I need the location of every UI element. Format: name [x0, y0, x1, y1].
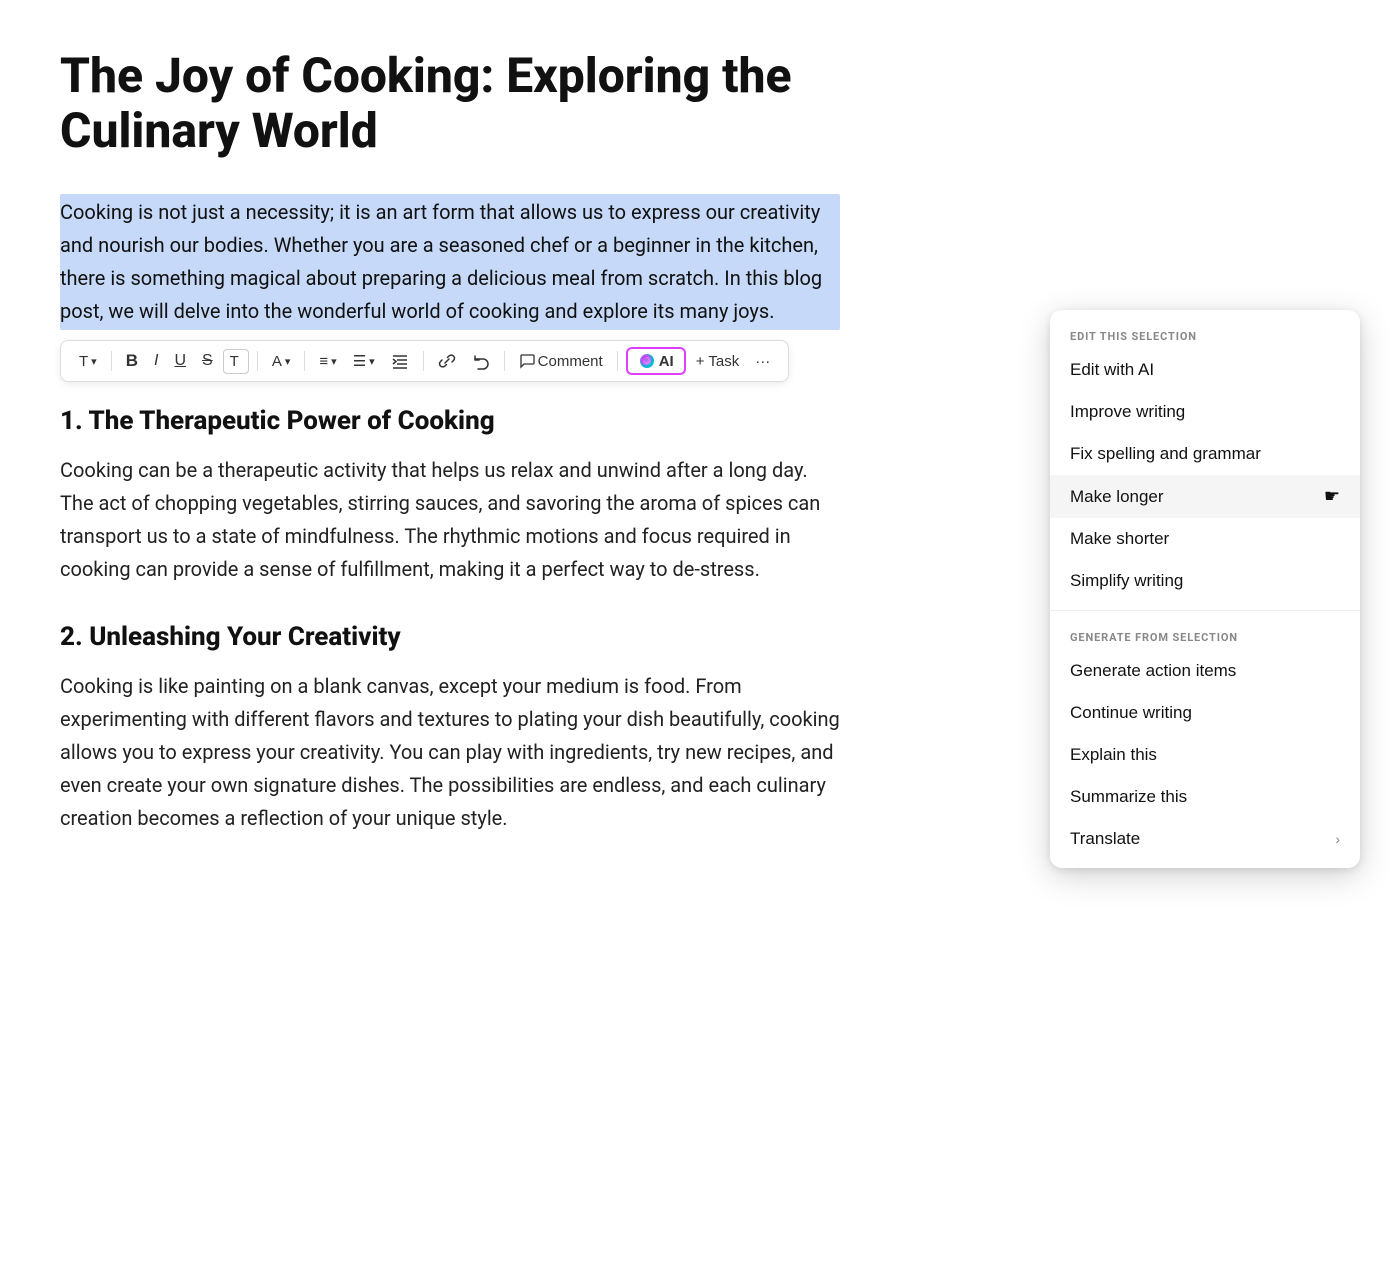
- comment-icon: [519, 353, 535, 369]
- editor-area: The Joy of Cooking: Exploring the Culina…: [0, 0, 900, 1261]
- toolbar-separator-6: [617, 351, 618, 371]
- section-2-heading: 2. Unleashing Your Creativity: [60, 622, 840, 652]
- undo-icon: [472, 352, 490, 370]
- summarize-this-item[interactable]: Summarize this: [1050, 776, 1360, 818]
- generate-action-items-item[interactable]: Generate action items: [1050, 650, 1360, 692]
- task-button[interactable]: + Task: [690, 349, 746, 374]
- comment-button[interactable]: Comment: [513, 349, 609, 374]
- toolbar-separator-5: [504, 351, 505, 371]
- edit-with-ai-label: Edit with AI: [1070, 360, 1154, 380]
- improve-writing-label: Improve writing: [1070, 402, 1185, 422]
- list-button[interactable]: ☰ ▾: [347, 348, 381, 374]
- toolbar-separator-2: [257, 351, 258, 371]
- section-1-heading: 1. The Therapeutic Power of Cooking: [60, 406, 840, 436]
- ai-button-label: AI: [659, 353, 674, 370]
- make-longer-label: Make longer: [1070, 487, 1164, 507]
- section-2-paragraph: Cooking is like painting on a blank canv…: [60, 670, 840, 835]
- page-container: The Joy of Cooking: Exploring the Culina…: [0, 0, 1400, 1261]
- task-button-label: + Task: [696, 353, 740, 370]
- align-button[interactable]: ≡ ▾: [313, 349, 342, 374]
- toolbar-separator-3: [304, 351, 305, 371]
- generate-section-label: GENERATE FROM SELECTION: [1050, 619, 1360, 650]
- explain-this-label: Explain this: [1070, 745, 1157, 765]
- translate-chevron-icon: ›: [1335, 831, 1340, 847]
- section-1-paragraph: Cooking can be a therapeutic activity th…: [60, 454, 840, 586]
- document-title: The Joy of Cooking: Exploring the Culina…: [60, 48, 840, 158]
- text-format-label: T: [79, 353, 88, 370]
- more-icon: ···: [755, 353, 770, 370]
- more-button[interactable]: ···: [749, 349, 776, 374]
- italic-button[interactable]: I: [148, 348, 164, 374]
- comment-label: Comment: [538, 353, 603, 370]
- simplify-writing-label: Simplify writing: [1070, 571, 1183, 591]
- continue-writing-label: Continue writing: [1070, 703, 1192, 723]
- edit-with-ai-item[interactable]: Edit with AI: [1050, 349, 1360, 391]
- continue-writing-item[interactable]: Continue writing: [1050, 692, 1360, 734]
- ai-button[interactable]: AI: [626, 347, 686, 375]
- undo-button[interactable]: [466, 348, 496, 374]
- strikethrough-button[interactable]: S: [196, 348, 219, 374]
- section-2: 2. Unleashing Your Creativity Cooking is…: [60, 622, 840, 835]
- indent-icon: [391, 352, 409, 370]
- ai-dropdown-menu: EDIT THIS SELECTION Edit with AI Improve…: [1050, 310, 1360, 868]
- make-shorter-label: Make shorter: [1070, 529, 1169, 549]
- text-format-button[interactable]: T ▾: [73, 349, 103, 374]
- make-longer-item[interactable]: Make longer ☛: [1050, 475, 1360, 518]
- improve-writing-item[interactable]: Improve writing: [1050, 391, 1360, 433]
- highlight-button[interactable]: T: [223, 349, 249, 374]
- section-1-number: 1.: [60, 406, 88, 436]
- make-shorter-item[interactable]: Make shorter: [1050, 518, 1360, 560]
- dropdown-divider: [1050, 610, 1360, 611]
- generate-action-items-label: Generate action items: [1070, 661, 1236, 681]
- translate-label: Translate: [1070, 829, 1140, 849]
- ai-orb-icon: [638, 352, 656, 370]
- translate-item[interactable]: Translate ›: [1050, 818, 1360, 860]
- section-2-number: 2.: [60, 622, 89, 652]
- section-1: 1. The Therapeutic Power of Cooking Cook…: [60, 406, 840, 586]
- summarize-this-label: Summarize this: [1070, 787, 1187, 807]
- indent-button[interactable]: [385, 348, 415, 374]
- underline-button[interactable]: U: [168, 348, 192, 374]
- cursor-icon: ☛: [1324, 486, 1340, 507]
- edit-section-label: EDIT THIS SELECTION: [1050, 318, 1360, 349]
- toolbar-separator-4: [423, 351, 424, 371]
- font-color-button[interactable]: A ▾: [266, 349, 297, 374]
- fix-spelling-label: Fix spelling and grammar: [1070, 444, 1261, 464]
- toolbar-separator-1: [111, 351, 112, 371]
- link-icon: [438, 352, 456, 370]
- fix-spelling-item[interactable]: Fix spelling and grammar: [1050, 433, 1360, 475]
- formatting-toolbar: T ▾ B I U S T A ▾ ≡ ▾ ☰ ▾: [60, 340, 789, 382]
- selected-paragraph: Cooking is not just a necessity; it is a…: [60, 194, 840, 330]
- explain-this-item[interactable]: Explain this: [1050, 734, 1360, 776]
- text-format-chevron: ▾: [91, 355, 97, 368]
- link-button[interactable]: [432, 348, 462, 374]
- simplify-writing-item[interactable]: Simplify writing: [1050, 560, 1360, 602]
- bold-button[interactable]: B: [120, 347, 144, 375]
